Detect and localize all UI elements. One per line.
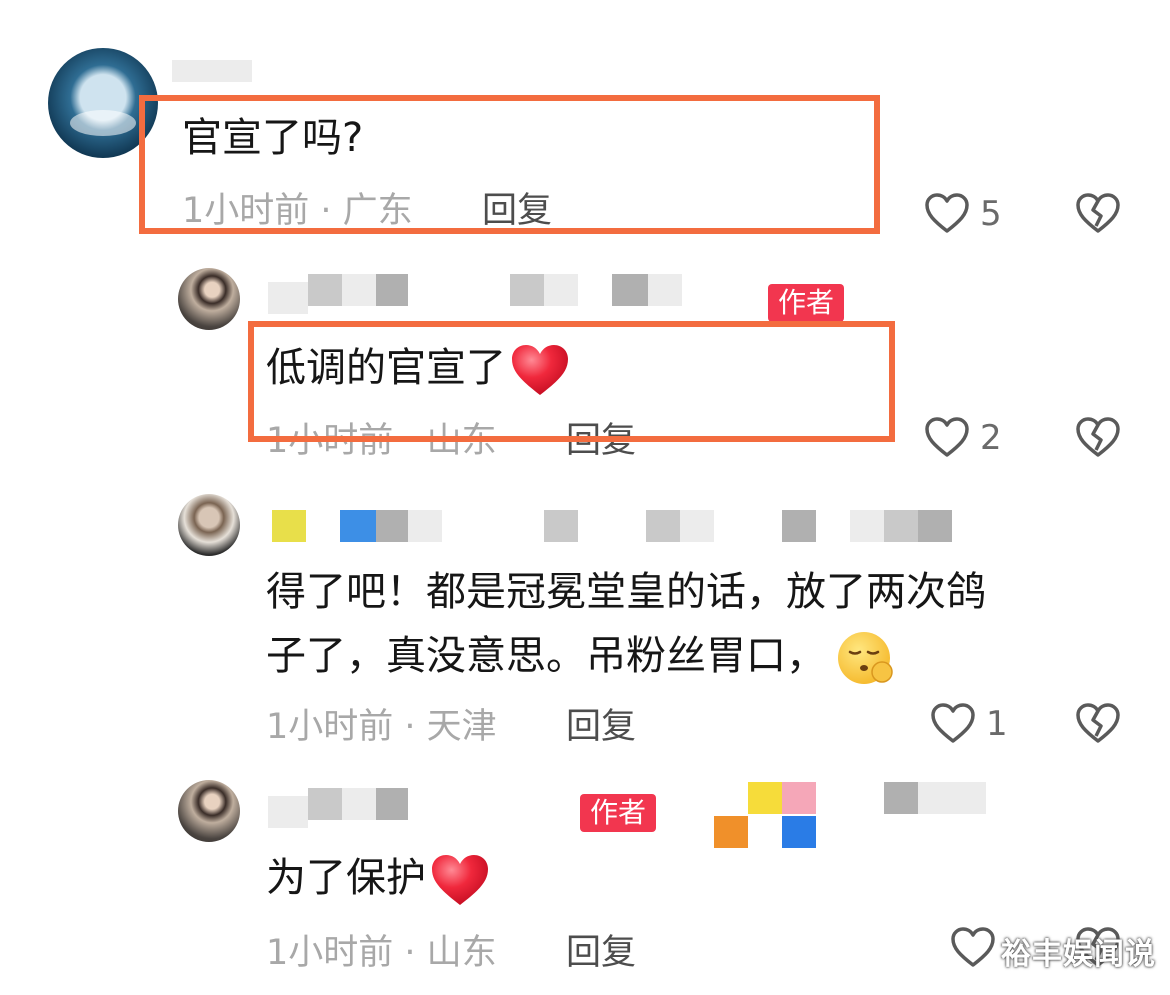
broken-heart-icon[interactable] — [1075, 416, 1121, 458]
heart-outline-icon[interactable] — [924, 416, 970, 458]
heart-outline-icon[interactable] — [924, 192, 970, 234]
pouting-face-emoji — [838, 632, 893, 684]
comment-text: 为了保护 — [266, 855, 426, 901]
comment-text-row: 子了，真没意思。吊粉丝胃口， — [266, 628, 896, 688]
author-badge: 作者 — [768, 284, 845, 322]
author-badge: 作者 — [580, 794, 657, 832]
highlight-box — [248, 321, 895, 442]
highlight-box — [139, 95, 880, 234]
time-location: 1小时前 · 山东 — [266, 933, 497, 973]
like-count: 2 — [980, 418, 1002, 458]
avatar[interactable] — [178, 780, 240, 842]
like-count: 1 — [986, 704, 1008, 744]
avatar[interactable] — [178, 494, 240, 556]
username-redacted[interactable] — [272, 510, 306, 542]
heart-outline-icon[interactable] — [950, 926, 996, 968]
comment-text-row: 为了保护 — [266, 852, 490, 907]
broken-heart-icon[interactable] — [1075, 702, 1121, 744]
username-redacted[interactable] — [268, 282, 308, 314]
comment-text-line-1: 得了吧！都是冠冕堂皇的话，放了两次鸽 — [266, 569, 986, 615]
red-heart-emoji — [432, 855, 488, 905]
time-location: 1小时前 · 天津 — [266, 707, 497, 747]
heart-outline-icon[interactable] — [930, 702, 976, 744]
watermark: 裕丰娱闻说 — [1001, 937, 1156, 972]
reply-button[interactable]: 回复 — [566, 932, 636, 974]
comment-text-line-2: 子了，真没意思。吊粉丝胃口， — [266, 633, 826, 679]
reply-button[interactable]: 回复 — [566, 706, 636, 748]
username-redacted[interactable] — [172, 60, 252, 82]
avatar[interactable] — [178, 268, 240, 330]
like-count: 5 — [980, 194, 1002, 234]
username-redacted[interactable] — [268, 796, 308, 828]
broken-heart-icon[interactable] — [1075, 192, 1121, 234]
